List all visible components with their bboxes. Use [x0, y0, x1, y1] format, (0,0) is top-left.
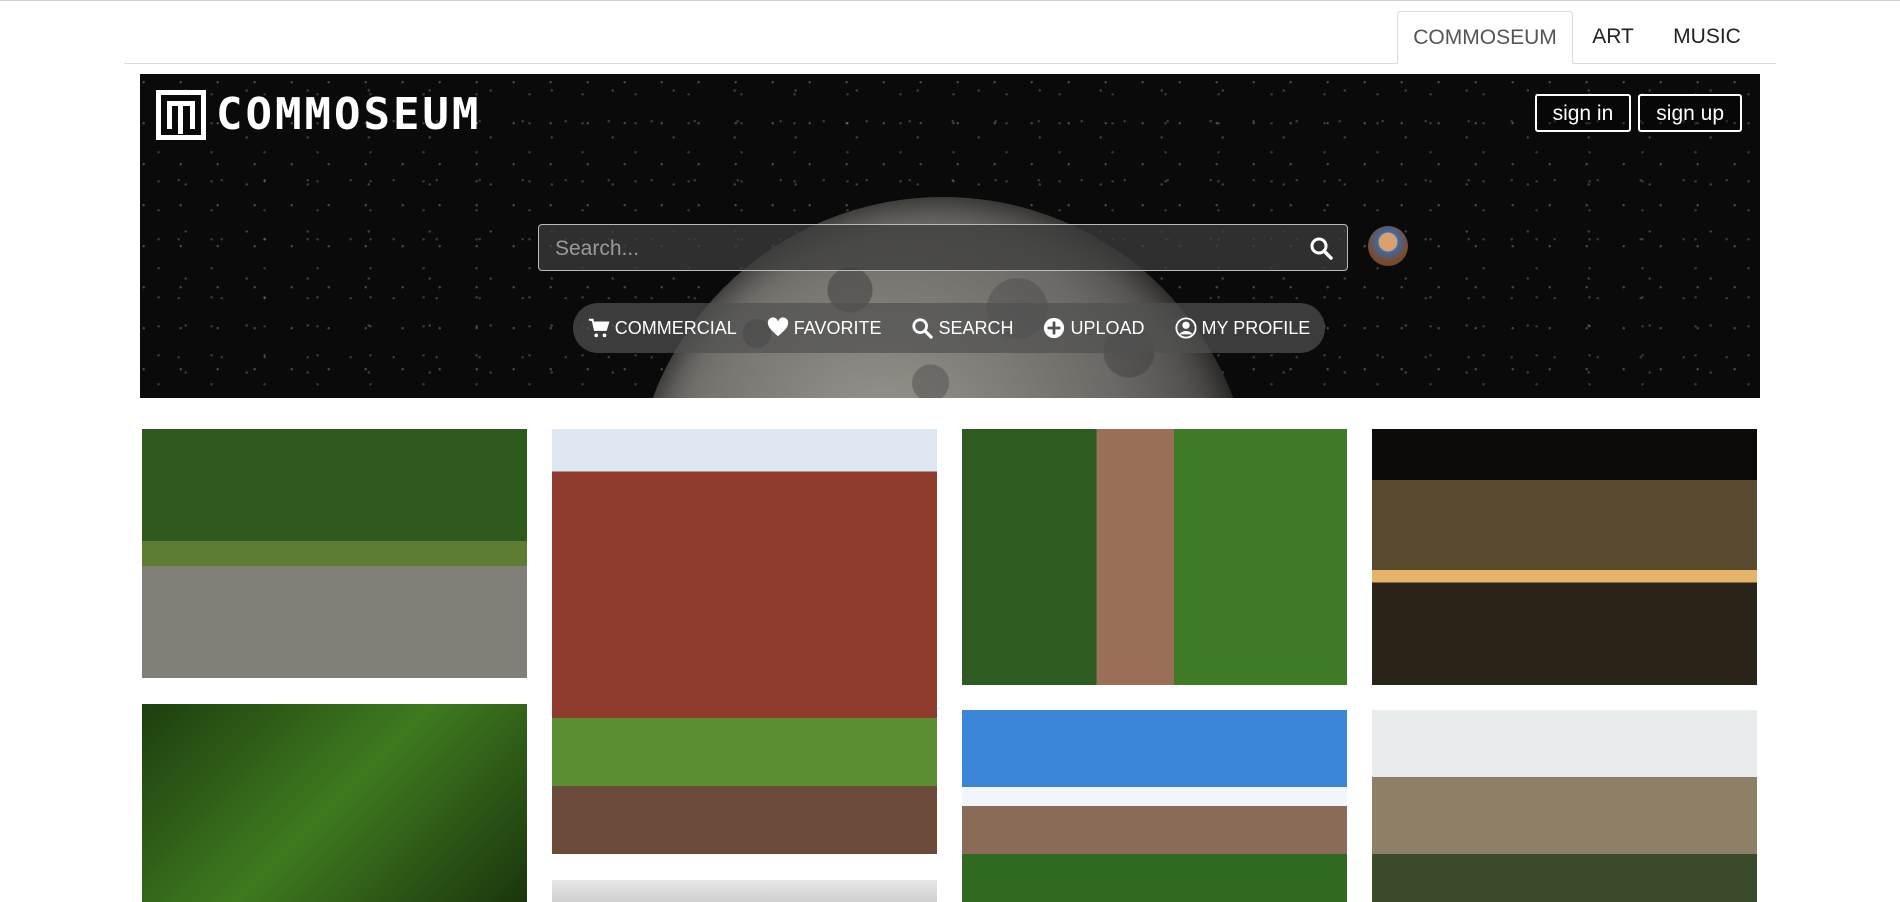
gallery-photo[interactable] — [142, 704, 527, 902]
tab-commoseum[interactable]: COMMOSEUM — [1397, 11, 1573, 64]
auth-buttons: sign in sign up — [1534, 94, 1742, 132]
plus-circle-icon — [1044, 317, 1065, 339]
top-tabs: COMMOSEUM ART MUSIC — [124, 11, 1776, 64]
gallery-photo[interactable] — [1372, 710, 1757, 902]
tab-music[interactable]: MUSIC — [1653, 11, 1761, 63]
gallery-photo[interactable] — [962, 429, 1347, 685]
logo-mark-icon — [156, 90, 206, 140]
nav-commercial-label: COMMERCIAL — [614, 317, 737, 338]
search-icon — [912, 318, 934, 339]
main-nav: COMMERCIAL FAVORITE SEARCH UPLOAD MY PRO… — [573, 303, 1325, 353]
nav-favorite[interactable]: FAVORITE — [767, 317, 882, 339]
search-icon[interactable] — [1309, 236, 1333, 260]
avatar[interactable] — [1368, 226, 1408, 266]
nav-favorite-label: FAVORITE — [793, 317, 882, 338]
gallery-photo[interactable] — [142, 429, 527, 678]
search-bar — [538, 224, 1348, 272]
nav-upload[interactable]: UPLOAD — [1043, 317, 1145, 339]
gallery-photo[interactable] — [552, 429, 937, 854]
nav-commercial[interactable]: COMMERCIAL — [588, 317, 737, 339]
nav-upload-label: UPLOAD — [1070, 317, 1145, 338]
sign-in-button[interactable]: sign in — [1534, 94, 1632, 132]
logo-text: COMMOSEUM — [216, 89, 482, 140]
gallery-photo[interactable] — [1372, 429, 1757, 685]
user-circle-icon — [1174, 317, 1197, 339]
sign-up-button[interactable]: sign up — [1638, 94, 1742, 132]
search-input[interactable] — [553, 225, 1277, 272]
cart-icon — [588, 318, 610, 338]
heart-icon — [767, 317, 788, 337]
nav-search-label: SEARCH — [938, 317, 1014, 338]
top-divider — [0, 0, 1900, 1]
nav-search[interactable]: SEARCH — [911, 317, 1013, 339]
gallery-photo[interactable] — [552, 880, 937, 902]
logo[interactable]: COMMOSEUM — [156, 90, 481, 140]
nav-my-profile-label: MY PROFILE — [1201, 317, 1311, 338]
hero-banner: COMMOSEUM sign in sign up COMMERCIAL FAV… — [140, 74, 1760, 398]
nav-my-profile[interactable]: MY PROFILE — [1174, 317, 1311, 339]
tab-art[interactable]: ART — [1573, 11, 1653, 63]
gallery-photo[interactable] — [962, 710, 1347, 902]
